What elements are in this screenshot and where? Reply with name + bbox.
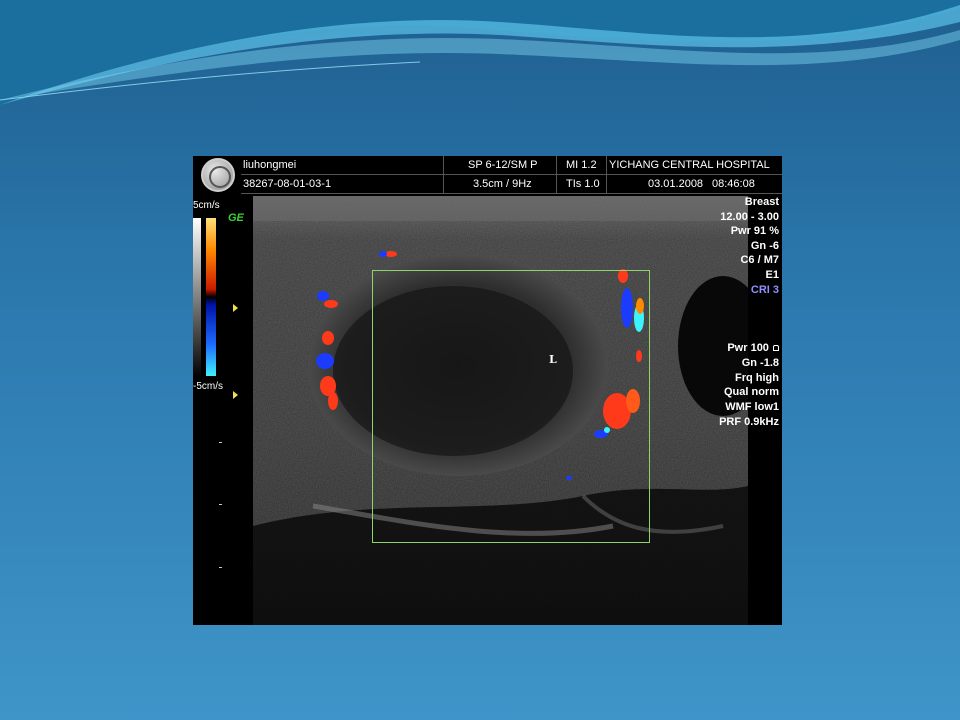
ultrasound-image-panel: liuhongmei 38267-08-01-03-1 SP 6-12/SM P… — [193, 156, 782, 625]
header-divider-top — [241, 174, 782, 175]
depth-tick — [219, 567, 222, 568]
param-cri: CRI 3 — [750, 284, 779, 296]
param-color-gain: Gn -1.8 — [741, 357, 779, 369]
param-quality: Qual norm — [723, 386, 779, 398]
param-frequency: Frq high — [735, 372, 779, 384]
probe-label: SP 6-12/SM P — [468, 159, 538, 171]
sonogram-image: L — [253, 196, 768, 625]
slide-header-waves — [0, 0, 960, 105]
velocity-scale-bottom-label: -5cm/s — [193, 381, 223, 392]
hospital-name: YICHANG CENTRAL HOSPITAL — [609, 159, 770, 171]
color-flow-roi-box — [372, 270, 650, 543]
focus-marker-1 — [233, 304, 238, 312]
velocity-scale-top-label: 5cm/s — [193, 200, 220, 211]
color-velocity-bar — [206, 218, 216, 376]
header-vline-2 — [556, 156, 557, 194]
thermal-index: TIs 1.0 — [566, 178, 600, 190]
patient-name: liuhongmei — [243, 159, 297, 171]
ge-mark-label: GE — [228, 212, 244, 224]
lock-icon — [773, 345, 779, 352]
exam-date: 03.01.2008 — [648, 178, 704, 190]
param-enhance: E1 — [765, 269, 779, 281]
param-range: 12.00 - 3.00 — [720, 211, 779, 223]
param-power: Pwr 91 % — [730, 225, 779, 237]
preset-label: Breast — [744, 196, 779, 208]
header-vline-3 — [606, 156, 607, 194]
depth-rate: 3.5cm / 9Hz — [473, 178, 532, 190]
header-vline-1 — [443, 156, 444, 194]
grayscale-bar — [193, 218, 201, 378]
patient-id: 38267-08-01-03-1 — [243, 178, 332, 190]
ge-logo — [201, 158, 235, 192]
exam-time: 08:46:08 — [712, 178, 755, 190]
param-map: C6 / M7 — [740, 254, 779, 266]
param-prf: PRF 0.9kHz — [719, 416, 779, 428]
param-gain: Gn -6 — [750, 240, 779, 252]
header-divider-bottom — [241, 193, 782, 194]
depth-tick — [219, 442, 222, 443]
param-color-power: Pwr 100 — [727, 342, 779, 355]
focus-marker-2 — [233, 391, 238, 399]
param-wall-filter: WMF low1 — [725, 401, 779, 413]
depth-tick — [219, 504, 222, 505]
mechanical-index: MI 1.2 — [566, 159, 597, 171]
image-marker-label: L — [549, 353, 557, 366]
